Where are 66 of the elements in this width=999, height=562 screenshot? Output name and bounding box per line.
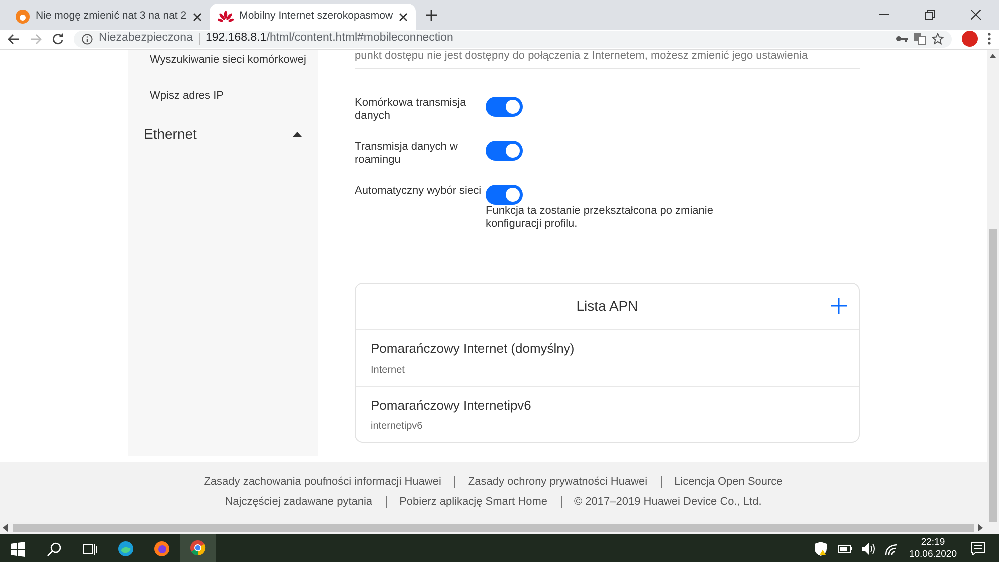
tab-title: Nie mogę zmienić nat 3 na nat 2 xyxy=(36,9,187,24)
section-label: Ethernet xyxy=(144,125,197,144)
windows-logo-icon[interactable] xyxy=(11,542,25,556)
scroll-left-icon[interactable] xyxy=(3,524,9,532)
fox-globe-icon[interactable] xyxy=(154,541,170,557)
setting-label: Transmisja danych w roamingu xyxy=(355,141,459,167)
browser-tab[interactable]: Mobilny Internet szerokopasmow xyxy=(210,4,416,30)
task-view-icon[interactable] xyxy=(82,542,98,556)
star-icon[interactable] xyxy=(932,33,944,45)
footer-link[interactable]: Zasady zachowania poufności informacji Huawei xyxy=(204,474,442,490)
search-icon[interactable] xyxy=(47,542,61,556)
clock-time: 22:19 xyxy=(920,537,946,549)
toggle-switch[interactable] xyxy=(486,97,523,117)
back-arrow-icon[interactable] xyxy=(8,34,20,44)
sidebar-item[interactable]: Wyszukiwanie sieci komórkowej xyxy=(128,52,318,88)
browser-tab[interactable]: Nie mogę zmienić nat 3 na nat 2 xyxy=(8,4,210,30)
scrollbar-thumb[interactable] xyxy=(989,229,997,522)
footer-link[interactable]: Zasady ochrony prywatności Huawei xyxy=(468,474,648,490)
translate-icon[interactable] xyxy=(914,33,926,45)
scrollbar-thumb[interactable] xyxy=(13,524,974,532)
sidebar-section[interactable]: Ethernet xyxy=(128,124,318,145)
toggle-switch[interactable] xyxy=(486,185,523,205)
avatar-icon[interactable] xyxy=(962,31,978,47)
browser-wave-icon[interactable] xyxy=(118,541,134,557)
new-tab-icon[interactable] xyxy=(426,10,437,20)
notification-icon[interactable] xyxy=(971,542,985,556)
scroll-right-icon[interactable] xyxy=(978,524,984,532)
apn-item[interactable]: Pomarańczowy Internet (domyślny) Internet xyxy=(356,330,859,386)
footer-link[interactable]: Pobierz aplikację Smart Home xyxy=(400,494,548,511)
footer-link[interactable]: © 2017–2019 Huawei Device Co., Ltd. xyxy=(574,494,762,511)
footer-link[interactable]: Najczęściej zadawane pytania xyxy=(225,494,373,511)
menu-dots-icon[interactable] xyxy=(988,33,991,45)
close-icon[interactable] xyxy=(399,12,408,22)
setting-note: Funkcja ta zostanie przekształcona po zmianie konfiguracji profilu. xyxy=(486,205,714,231)
apn-item[interactable]: Pomarańczowy Internetipv6 internetipv6 xyxy=(356,386,859,442)
setting-label: Komórkowa transmisja danych xyxy=(355,97,468,123)
volume-icon[interactable] xyxy=(861,542,876,556)
add-icon[interactable] xyxy=(831,298,847,314)
chrome-logo-icon[interactable] xyxy=(190,540,206,556)
forum-favicon-icon xyxy=(16,10,30,24)
card-title: Lista APN xyxy=(576,297,638,316)
caret-icon[interactable] xyxy=(293,132,302,137)
close-icon[interactable] xyxy=(192,12,202,22)
clock[interactable]: 22:19 10.06.2020 xyxy=(903,537,963,561)
address-bar[interactable]: Niezabezpieczona 192.168.8.1/html/content.html#mobileconnection xyxy=(74,30,952,48)
tab-title: Mobilny Internet szerokopasmow xyxy=(240,9,394,24)
setting-label: Automatyczny wybór sieci xyxy=(355,185,483,199)
footer-link[interactable]: Licencja Open Source xyxy=(674,474,783,490)
restore-icon[interactable] xyxy=(925,10,935,20)
description-text: punkt dostępu nie jest dostępny do połączenia z Internetem, możesz zmienić jego ustawienia xyxy=(355,50,810,64)
security-label: Niezabezpieczona xyxy=(99,31,193,46)
apn-name: Pomarańczowy Internet (domyślny) xyxy=(371,340,576,358)
info-icon xyxy=(82,34,93,44)
url-text: 192.168.8.1/html/content.html#mobileconnection xyxy=(206,31,454,46)
reload-icon[interactable] xyxy=(52,33,64,45)
clock-date: 10.06.2020 xyxy=(909,549,957,561)
apn-value: internetipv6 xyxy=(371,420,424,434)
wifi-icon[interactable] xyxy=(884,542,900,556)
apn-value: Internet xyxy=(371,364,406,378)
key-icon[interactable] xyxy=(896,35,908,43)
close-icon[interactable] xyxy=(971,10,981,20)
apn-name: Pomarańczowy Internetipv6 xyxy=(371,396,532,415)
toggle-switch[interactable] xyxy=(486,141,523,161)
sidebar-item[interactable]: Wpisz adres IP xyxy=(128,88,318,124)
flower-logo-icon xyxy=(218,11,234,23)
scroll-up-icon[interactable] xyxy=(989,53,997,59)
